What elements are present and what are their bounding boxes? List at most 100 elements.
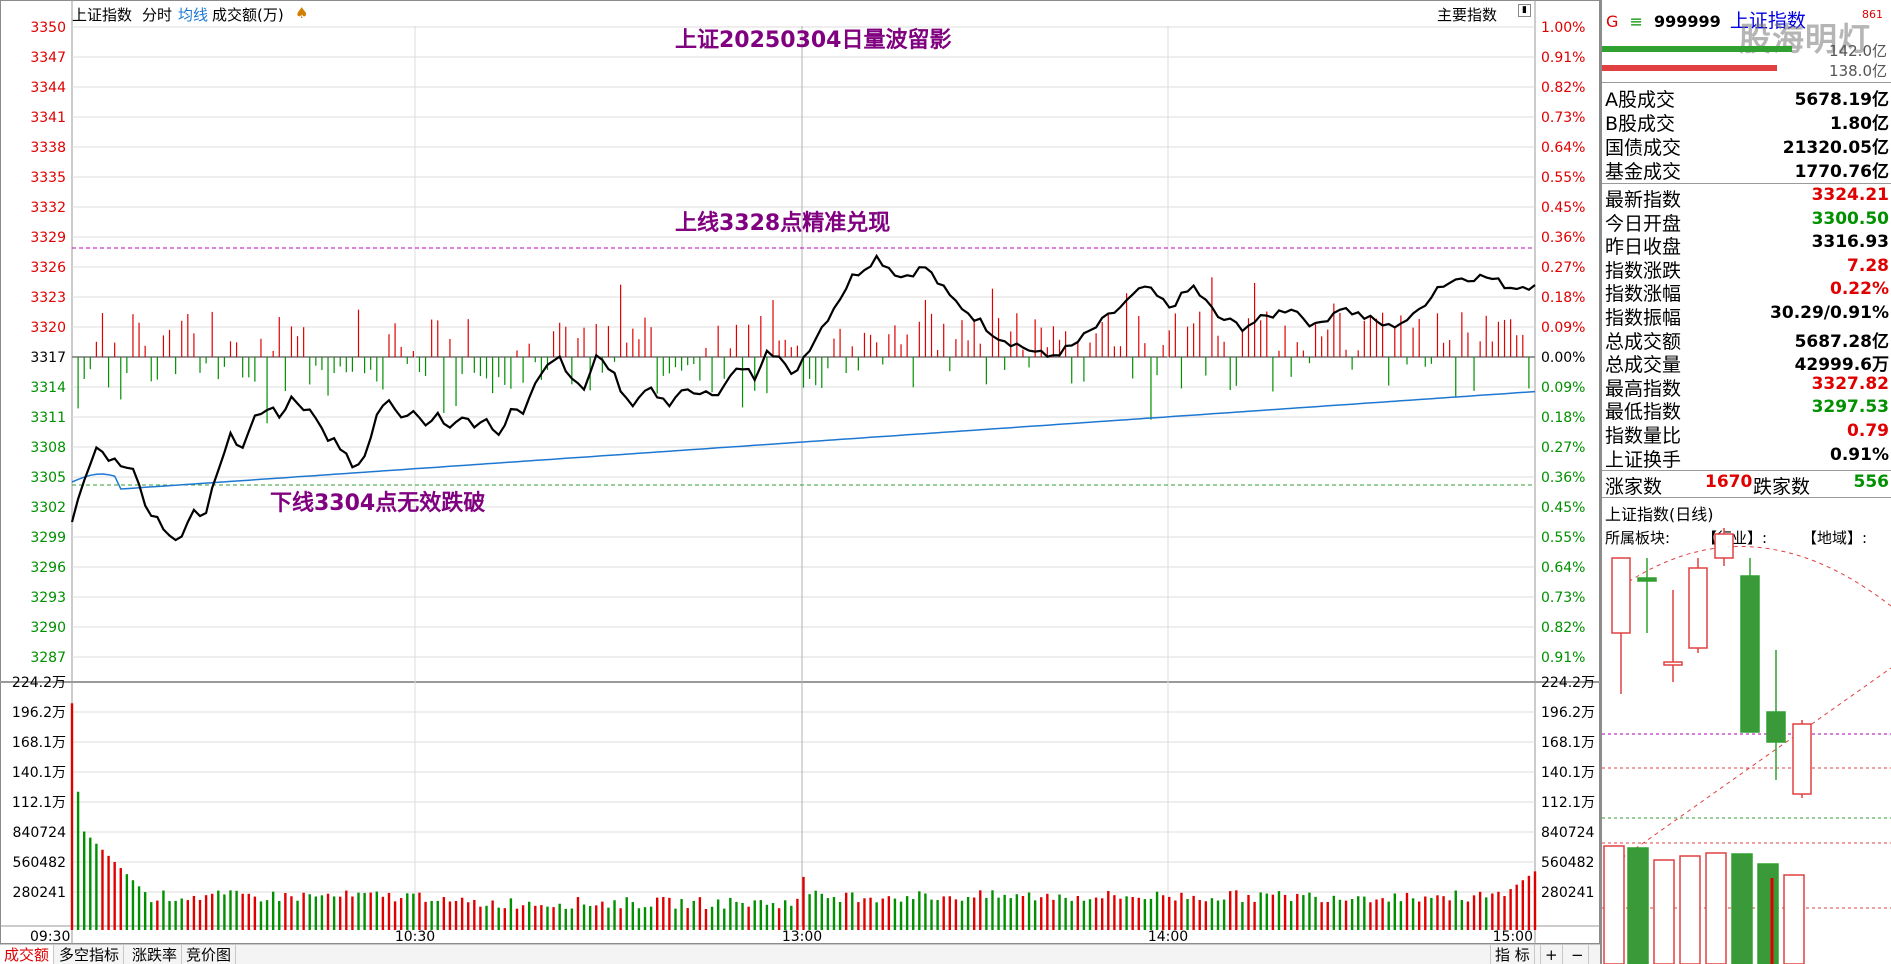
stat-value: 30.29/0.91% — [1770, 303, 1889, 323]
quote-info-panel: G ≡ 999999 上证指数 861 股海明灯 142.0亿 138.0亿 A… — [1600, 0, 1891, 964]
volume-tick-label: 560482 — [13, 855, 66, 871]
stat-label: 上证换手 — [1605, 448, 1682, 471]
main-indicator-button[interactable]: 主要指数 — [1437, 4, 1497, 25]
stat-row: 昨日收盘 3316.93 — [1605, 232, 1889, 258]
tab-turnover-unit[interactable]: 成交额(万) — [212, 4, 284, 25]
daily-volume-bar — [1603, 845, 1625, 964]
volume-tick-label: 560482 — [1541, 855, 1594, 871]
pct-tick-label: 0.91% — [1541, 50, 1585, 66]
stat-row: 最低指数 3297.53 — [1605, 397, 1889, 423]
average-price-line — [71, 390, 1536, 490]
volume-tick-label: 112.1万 — [1541, 795, 1595, 811]
stock-terminal-window: 3350 1.00% 3347 0.91% 3344 0.82% 3341 0.73% 3338… — [0, 0, 1891, 964]
pct-tick-label: 0.45% — [1541, 200, 1585, 216]
upper-line-annotation: 上线3328点精准兑现 — [675, 210, 890, 236]
pct-tick-label: 0.82% — [1541, 620, 1585, 636]
up-count-label: 涨家数 — [1605, 476, 1663, 498]
tab-turnover[interactable]: 成交额 — [0, 945, 55, 964]
zoom-in-button[interactable]: + — [1540, 945, 1563, 964]
price-tick-label: 3332 — [30, 200, 66, 216]
pct-tick-label: 0.36% — [1541, 470, 1585, 486]
volume-tick-label: 168.1万 — [1541, 735, 1595, 751]
pct-tick-label: 0.18% — [1541, 290, 1585, 306]
price-tick-label: 3323 — [30, 290, 66, 306]
intraday-chart-area: 3350 1.00% 3347 0.91% 3344 0.82% 3341 0.73% 3338… — [0, 0, 1600, 964]
price-tick-label: 3296 — [30, 560, 66, 576]
stat-value: 3327.82 — [1811, 373, 1889, 394]
volume-tick-label: 840724 — [13, 825, 67, 841]
candle-body — [1688, 567, 1708, 649]
stat-value: 0.22% — [1830, 279, 1889, 300]
intraday-chart-svg: 3350 1.00%3347 0.91%3344 0.82%3341 0.73%3338… — [0, 0, 1600, 945]
time-tick-label: 14:00 — [1148, 929, 1188, 945]
pct-tick-label: 0.00% — [1541, 350, 1585, 366]
sell-volume-bar — [1602, 65, 1777, 71]
pct-tick-label: 0.64% — [1541, 560, 1585, 576]
tab-average-line[interactable]: 均线 — [178, 4, 208, 25]
sell-volume-value: 138.0亿 — [1829, 62, 1887, 80]
daily-candle-chart — [1602, 528, 1891, 964]
turnover-label: A股成交 — [1605, 89, 1675, 111]
time-tick-label: 09:30 — [30, 929, 70, 945]
daily-volume-bar — [1705, 852, 1727, 964]
pct-tick-label: 0.73% — [1541, 110, 1585, 126]
up-count-value: 1670 — [1705, 472, 1753, 492]
daily-volume-bar — [1679, 855, 1701, 964]
price-tick-label: 3299 — [30, 530, 66, 546]
indicator-button[interactable]: 指 标 — [1490, 945, 1535, 964]
pct-tick-label: 0.36% — [1541, 230, 1585, 246]
volume-tick-label: 224.2万 — [1541, 675, 1595, 691]
price-tick-label: 3293 — [30, 590, 66, 606]
turnover-row: A股成交 5678.19亿 — [1605, 85, 1889, 111]
index-name-label: 上证指数 — [72, 6, 133, 24]
divider — [1602, 82, 1891, 83]
tab-timeshare[interactable]: 分时 — [142, 4, 172, 25]
bell-icon[interactable]: ♠ — [295, 4, 308, 22]
stat-row: 今日开盘 3300.50 — [1605, 209, 1889, 235]
down-count-label: 跌家数 — [1753, 476, 1811, 498]
stat-value: 3324.21 — [1811, 185, 1889, 205]
candle-body — [1740, 575, 1760, 733]
stat-row: 最高指数 3327.82 — [1605, 373, 1889, 400]
divider — [1602, 183, 1891, 184]
stat-row: 指数涨跌 7.28 — [1605, 256, 1889, 282]
candle-body — [1714, 533, 1734, 559]
turnover-value: 1.80亿 — [1830, 114, 1889, 134]
volume-tick-label: 140.1万 — [12, 765, 66, 781]
volume-tick-label: 112.1万 — [12, 795, 66, 811]
tab-long-short[interactable]: 多空指标 — [55, 945, 125, 964]
buy-volume-value: 142.0亿 — [1829, 42, 1887, 60]
menu-icon[interactable]: ≡ — [1630, 12, 1643, 31]
panel-toggle-icon[interactable]: ▮ — [1518, 4, 1531, 17]
pct-tick-label: 0.09% — [1541, 320, 1585, 336]
daily-volume-bar — [1731, 853, 1753, 964]
stat-value: 5687.28亿 — [1794, 331, 1889, 352]
price-tick-label: 3305 — [30, 470, 66, 486]
volume-tick-label: 280241 — [1541, 885, 1594, 901]
price-tick-label: 3314 — [30, 380, 66, 396]
zoom-out-button[interactable]: − — [1567, 945, 1589, 964]
stat-value: 3297.53 — [1811, 397, 1889, 418]
pct-tick-label: 0.91% — [1541, 650, 1585, 666]
stat-row: 指数振幅 30.29/0.91% — [1605, 303, 1889, 329]
chart-annotation-title: 上证20250304日量波留影 — [675, 27, 951, 53]
pct-tick-label: 0.82% — [1541, 80, 1585, 96]
pct-tick-label: 0.18% — [1541, 410, 1585, 426]
volume-tick-label: 840724 — [1541, 825, 1595, 841]
chart-toolbar: 上证指数 分时 均线 成交额(万) ♠ 主要指数 ▮ — [0, 0, 1600, 26]
candle-body — [1611, 557, 1631, 634]
time-tick-label: 13:00 — [782, 929, 822, 945]
pct-tick-label: 0.55% — [1541, 530, 1585, 546]
pct-tick-label: 0.45% — [1541, 500, 1585, 516]
stat-row: 指数量比 0.79 — [1605, 421, 1889, 447]
price-tick-label: 3287 — [30, 650, 66, 666]
price-tick-label: 3341 — [30, 110, 66, 126]
tab-auction[interactable]: 竞价图 — [182, 945, 237, 964]
turnover-value: 1770.76亿 — [1794, 162, 1889, 182]
tab-advance-decline[interactable]: 涨跌率 — [128, 945, 183, 964]
daily-volume-bar — [1783, 874, 1805, 964]
price-tick-label: 3335 — [30, 170, 66, 186]
pct-tick-label: 0.27% — [1541, 440, 1585, 456]
indicator-tab-bar: 成交额 多空指标 涨跌率 竞价图 指 标 + − — [0, 944, 1600, 964]
stat-value: 3316.93 — [1811, 232, 1889, 253]
